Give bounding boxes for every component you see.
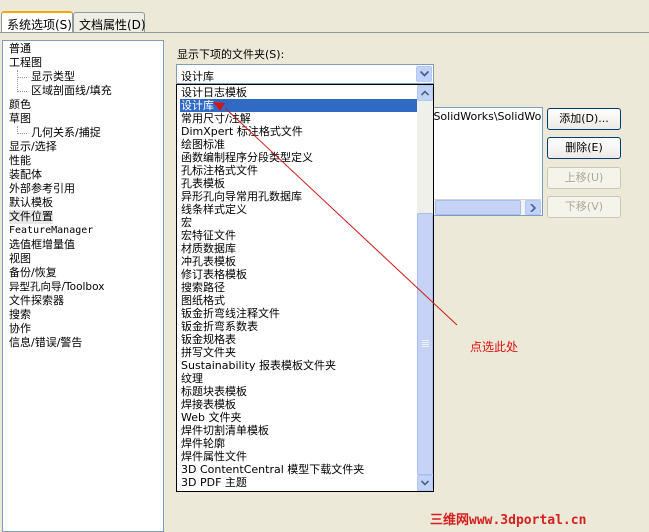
annotation-label: 点选此处 <box>470 340 519 354</box>
annotation-arrow <box>213 102 458 326</box>
site-watermark: 三维网www.3dportal.cn <box>430 513 587 528</box>
